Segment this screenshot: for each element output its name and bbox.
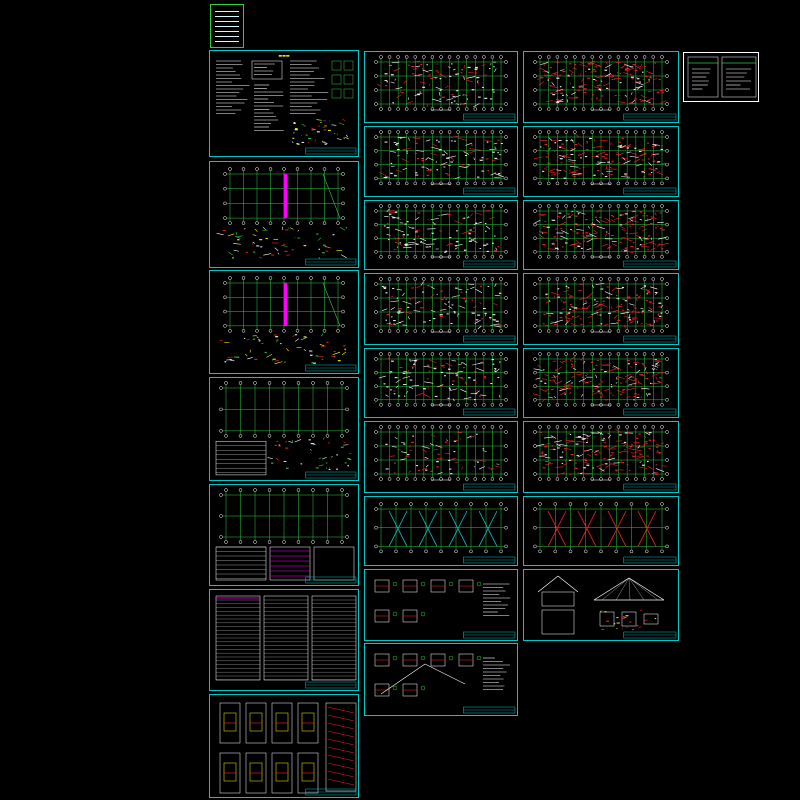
- sheet-drawing: [374, 653, 516, 714]
- sheet-foundation-plan: [209, 161, 359, 268]
- sheet-slab-plan-6: [523, 421, 679, 493]
- sheet-general-notes: ▬▬▬: [209, 50, 359, 157]
- sheet-slab-plan-1: [523, 51, 679, 123]
- sheet-node-details-2: [364, 643, 518, 716]
- sheet-slab-plan-5: [523, 348, 679, 418]
- index-line: [215, 36, 239, 37]
- sheet-drawing: [374, 55, 516, 121]
- sheet-drawing: [537, 575, 677, 639]
- sheet-drawing: [533, 425, 677, 491]
- sheet-elevation-section: [523, 569, 679, 641]
- sheet-beam-plan-6: [364, 421, 518, 493]
- sheet-beam-plan-1: [364, 51, 518, 123]
- index-line: [215, 31, 239, 32]
- sheet-drawing: [533, 204, 677, 268]
- sheet-drawing: [216, 167, 357, 266]
- sheet-drawing: [219, 702, 357, 796]
- index-line: [215, 16, 239, 17]
- index-line: [215, 11, 239, 12]
- sheet-beam-plan-3: [364, 200, 518, 270]
- sheet-beam-plan-5: [364, 348, 518, 418]
- sheet-drawing: [374, 502, 516, 564]
- sheet-drawing: [374, 277, 516, 343]
- sheet-slab-plan-3: [523, 200, 679, 270]
- sheet-drawing: [374, 425, 516, 491]
- sheet-drawing: [533, 502, 677, 564]
- sheet-drawing: [533, 55, 677, 121]
- sheet-drawing: [215, 595, 357, 689]
- sheet-drawing: [216, 60, 357, 155]
- sheet-column-plan-1: [209, 377, 359, 481]
- sheet-drawing: [374, 352, 516, 416]
- sheet-drawing: [687, 56, 757, 98]
- drawing-index-sheet: [210, 4, 244, 48]
- sheet-legend: [683, 52, 759, 102]
- index-line: [215, 26, 239, 27]
- sheet-stair-detail: [209, 694, 359, 798]
- sheet-drawing: [533, 277, 677, 343]
- sheet-beam-plan-2: [364, 126, 518, 197]
- sheet-drawing: [219, 276, 357, 372]
- sheet-drawing: [215, 488, 357, 584]
- sheet-drawing: [374, 130, 516, 195]
- sheet-drawing: [374, 204, 516, 268]
- sheet-column-plan-2: [209, 484, 359, 586]
- sheet-slab-plan-2: [523, 126, 679, 197]
- sheet-slab-plan-4: [523, 273, 679, 345]
- index-line: [215, 21, 239, 22]
- sheet-drawing: [215, 381, 357, 479]
- sheet-foundation-detail: [209, 270, 359, 374]
- sheet-roof-plan-1: [364, 496, 518, 566]
- sheet-node-details-1: [364, 569, 518, 641]
- sheet-schedule-table: [209, 589, 359, 691]
- sheet-drawing: [374, 579, 516, 639]
- sheet-drawing: [533, 130, 677, 195]
- index-line: [215, 41, 239, 42]
- sheet-title: ▬▬▬: [278, 53, 290, 58]
- sheet-drawing: [532, 352, 677, 416]
- sheet-roof-plan-2: [523, 496, 679, 566]
- sheet-beam-plan-4: [364, 273, 518, 345]
